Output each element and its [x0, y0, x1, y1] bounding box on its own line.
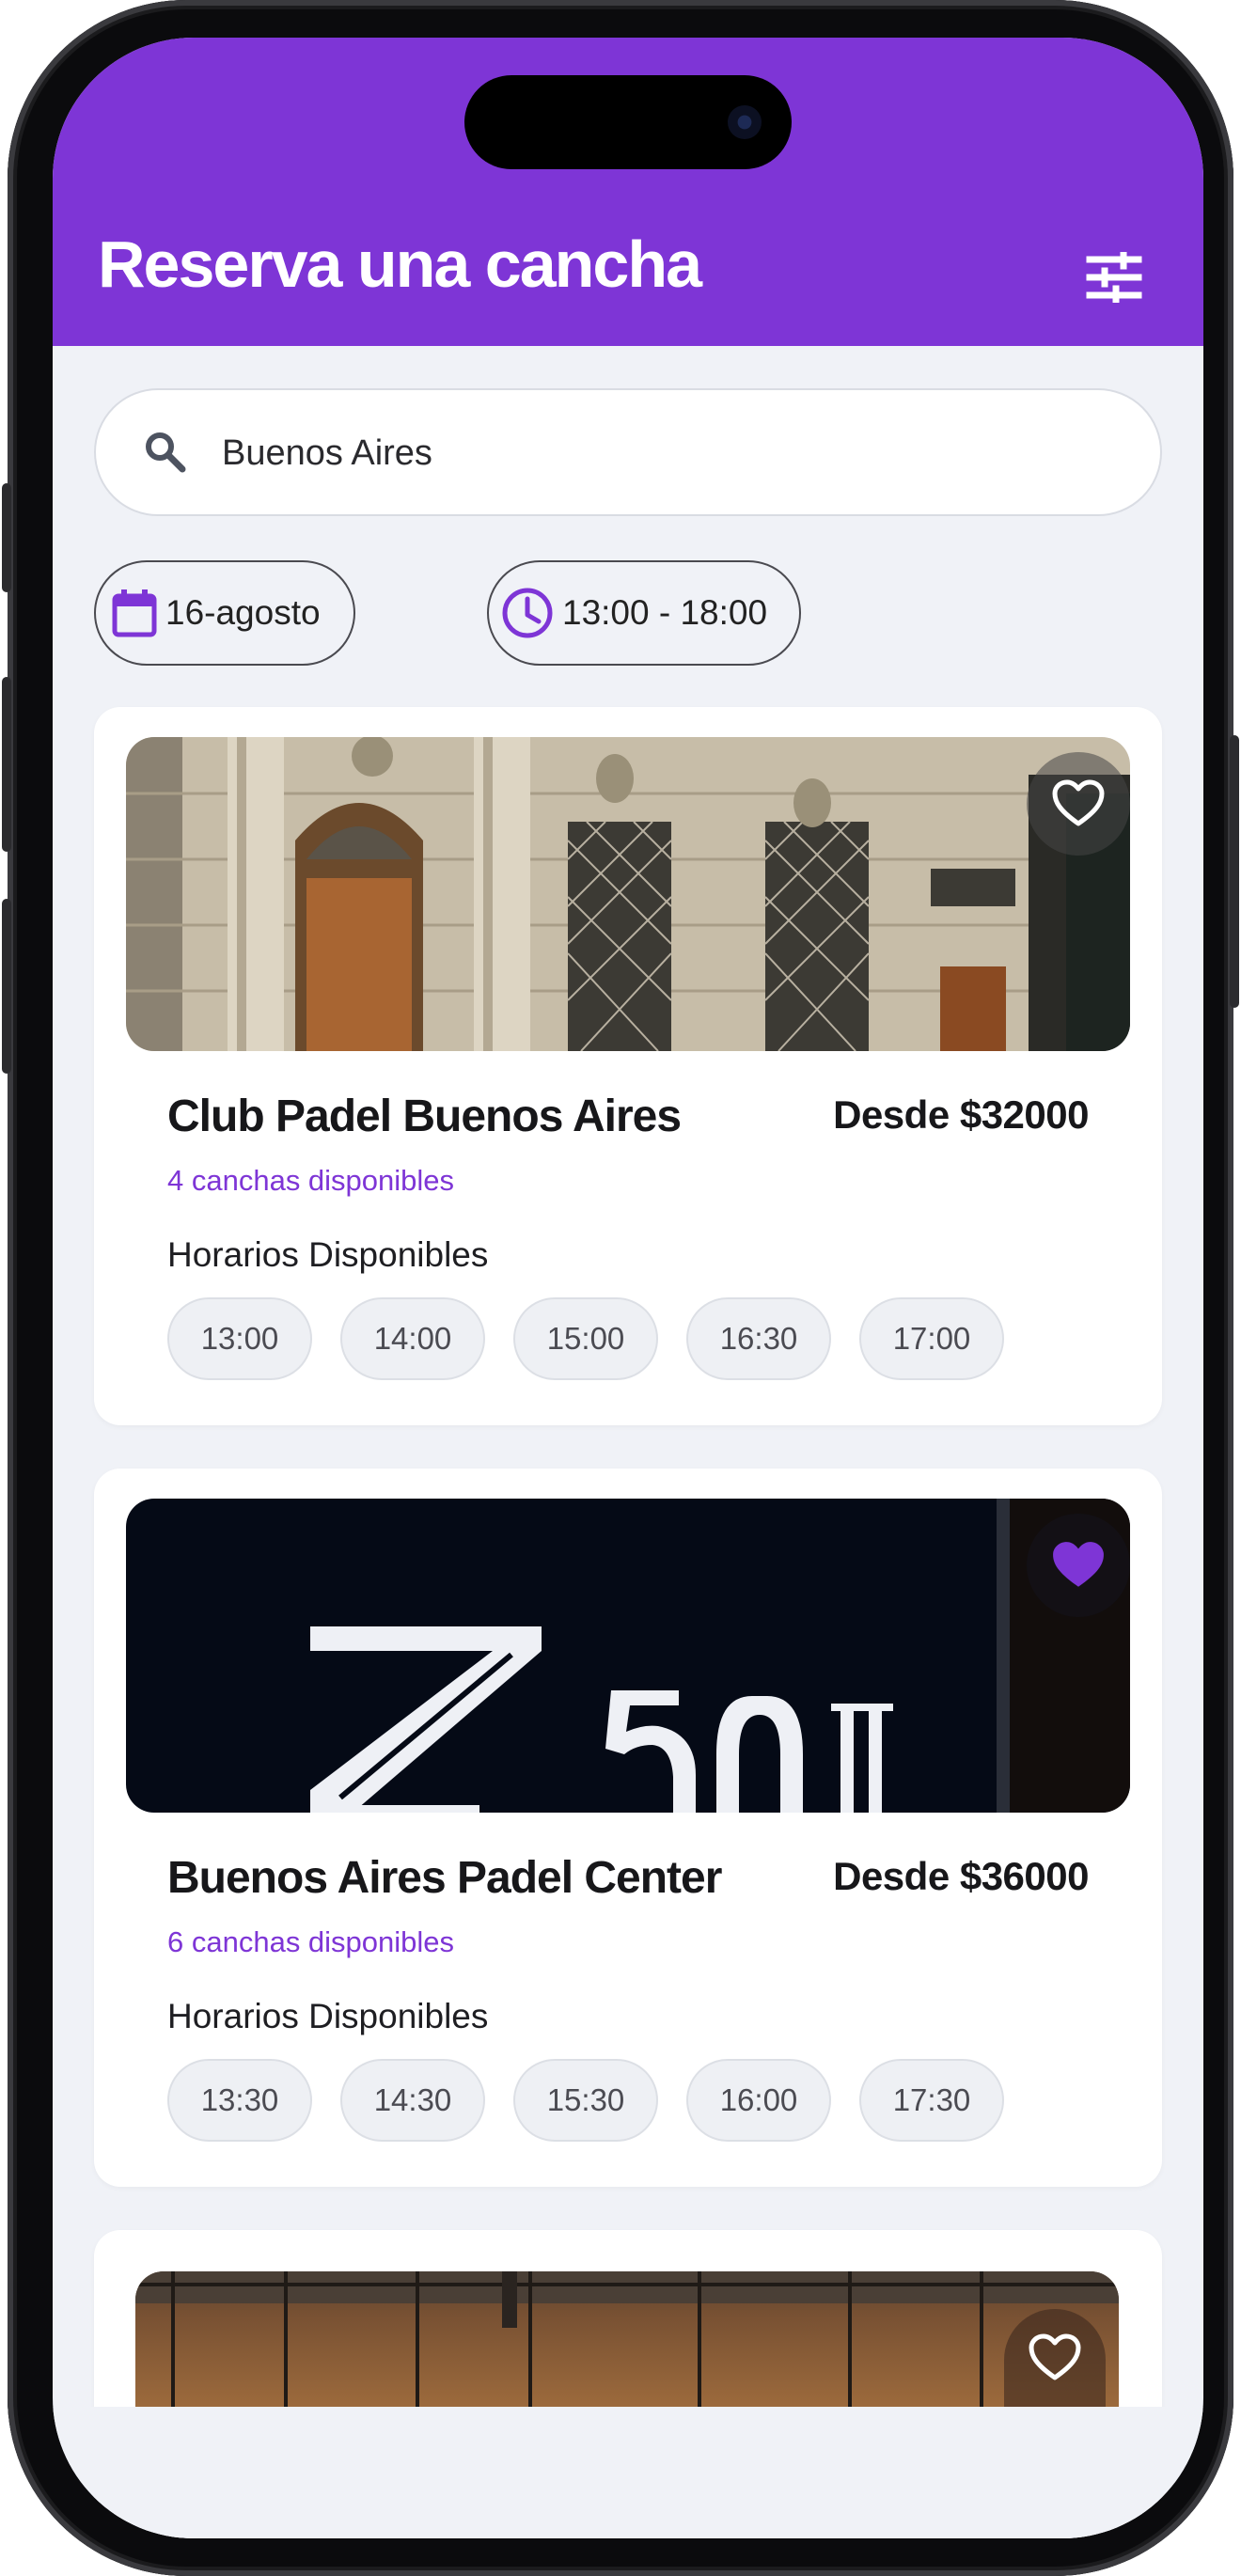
- time-slot-button[interactable]: 17:30: [859, 2059, 1004, 2142]
- time-slot-button[interactable]: 13:30: [167, 2059, 312, 2142]
- app-header: Reserva una cancha: [53, 38, 1203, 346]
- heart-outline-icon: [1052, 779, 1105, 826]
- hours-heading: Horarios Disponibles: [167, 1235, 489, 1274]
- dynamic-island: [464, 75, 792, 169]
- club-photo-court: [135, 2271, 1119, 2407]
- club-price: Desde $36000: [833, 1854, 1089, 1898]
- clock-icon: [502, 588, 553, 638]
- search-icon: [146, 432, 186, 473]
- time-slot-button[interactable]: 16:30: [686, 1297, 831, 1380]
- date-filter-chip[interactable]: 16-agosto: [94, 560, 355, 666]
- power-button: [1230, 735, 1239, 1008]
- search-bar[interactable]: [94, 388, 1162, 516]
- heart-outline-icon: [1029, 2333, 1081, 2380]
- time-slot-button[interactable]: 14:00: [340, 1297, 485, 1380]
- sliders-icon: [1086, 252, 1142, 303]
- time-filter-chip[interactable]: 13:00 - 18:00: [487, 560, 801, 666]
- courts-available: 4 canchas disponibles: [167, 1164, 455, 1197]
- favorite-button[interactable]: [1004, 2309, 1106, 2407]
- content-fade-area: [53, 2407, 1203, 2538]
- screen: Reserva una cancha Buenos Aires 16-agost…: [53, 38, 1203, 2538]
- club-photo-building: [126, 737, 1130, 1051]
- volume-down-button: [2, 899, 11, 1074]
- heart-filled-icon: [1053, 1542, 1104, 1587]
- camera-icon: [728, 105, 762, 139]
- courts-available: 6 canchas disponibles: [167, 1925, 455, 1958]
- club-photo-camera: [126, 1499, 1130, 1813]
- filter-settings-button[interactable]: [1077, 244, 1151, 310]
- favorite-button[interactable]: [1027, 1514, 1130, 1617]
- club-card[interactable]: Buenos Aires Padel Center Desde $36000 6…: [94, 1469, 1162, 2187]
- time-slots: 13:00 14:00 15:00 16:30 17:00: [167, 1297, 1004, 1380]
- search-input[interactable]: [220, 418, 1126, 488]
- page-title: Reserva una cancha: [98, 228, 702, 301]
- time-slot-button[interactable]: 15:30: [513, 2059, 658, 2142]
- time-slot-button[interactable]: 16:00: [686, 2059, 831, 2142]
- club-price: Desde $32000: [833, 1092, 1089, 1137]
- club-name: Buenos Aires Padel Center: [167, 1853, 722, 1903]
- club-name: Club Padel Buenos Aires: [167, 1092, 682, 1141]
- time-slot-button[interactable]: 15:00: [513, 1297, 658, 1380]
- calendar-icon: [112, 589, 157, 637]
- action-button: [2, 483, 11, 592]
- time-filter-label: 13:00 - 18:00: [562, 593, 768, 632]
- time-slot-button[interactable]: 13:00: [167, 1297, 312, 1380]
- club-card[interactable]: Club Padel Buenos Aires Desde $32000 4 c…: [94, 707, 1162, 1425]
- hours-heading: Horarios Disponibles: [167, 1997, 489, 2035]
- volume-up-button: [2, 677, 11, 852]
- time-slots: 13:30 14:30 15:30 16:00 17:30: [167, 2059, 1004, 2142]
- phone-frame: Reserva una cancha Buenos Aires 16-agost…: [2, 0, 1239, 2576]
- time-slot-button[interactable]: 17:00: [859, 1297, 1004, 1380]
- time-slot-button[interactable]: 14:30: [340, 2059, 485, 2142]
- favorite-button[interactable]: [1027, 752, 1130, 856]
- date-filter-label: 16-agosto: [165, 593, 321, 632]
